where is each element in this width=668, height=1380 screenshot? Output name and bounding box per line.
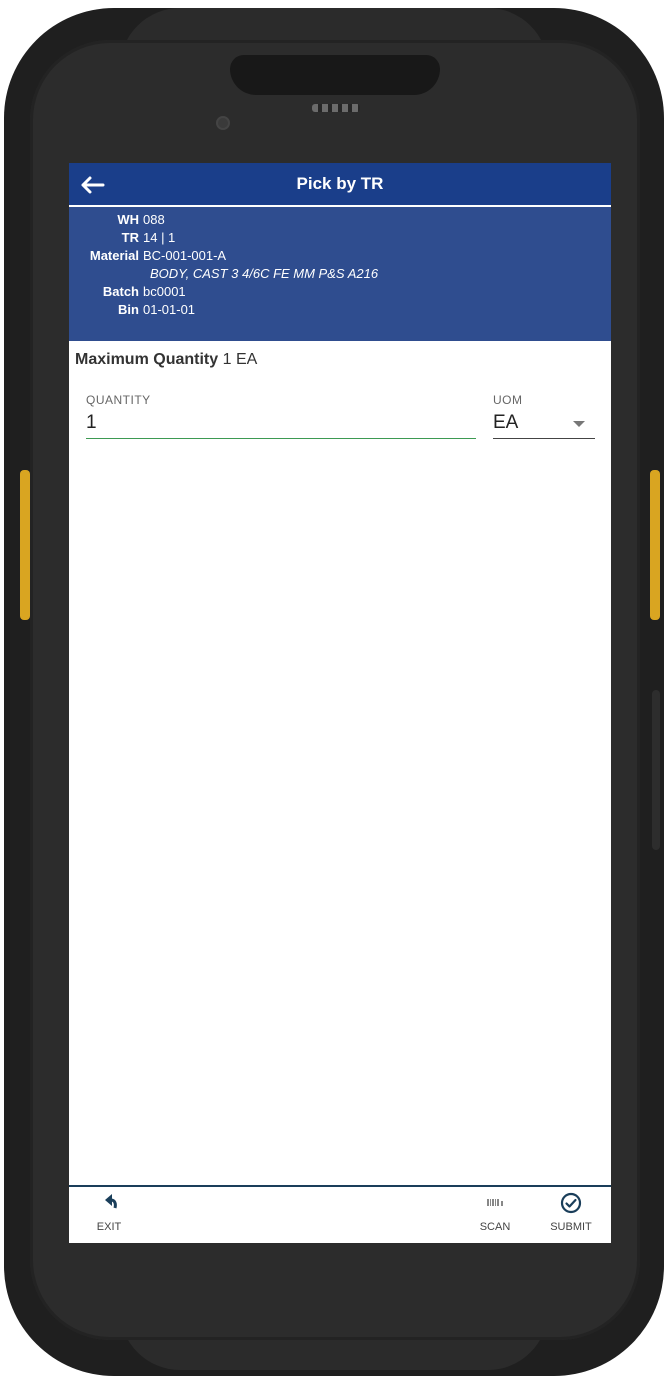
check-circle-icon bbox=[560, 1192, 582, 1214]
app-screen: Pick by TR WH 088 TR 14 | 1 Material BC-… bbox=[69, 163, 611, 1243]
max-quantity-label: Maximum Quantity bbox=[75, 351, 219, 368]
speaker-grille bbox=[312, 104, 360, 112]
volume-button[interactable] bbox=[652, 690, 660, 850]
device-earpiece bbox=[230, 55, 440, 95]
device-frame: Pick by TR WH 088 TR 14 | 1 Material BC-… bbox=[0, 0, 668, 1380]
bin-value: 01-01-01 bbox=[143, 302, 196, 317]
quantity-label: QUANTITY bbox=[86, 393, 151, 407]
uom-field: UOM EA bbox=[493, 393, 595, 439]
undo-arrow-icon bbox=[105, 1194, 117, 1209]
tr-label: TR bbox=[121, 230, 139, 245]
uom-label: UOM bbox=[493, 393, 523, 407]
info-row-tr: TR 14 | 1 bbox=[75, 229, 605, 247]
back-button[interactable] bbox=[77, 170, 107, 200]
max-quantity-value: 1 EA bbox=[222, 351, 258, 368]
page-title: Pick by TR bbox=[296, 174, 384, 193]
material-value: BC-001-001-A bbox=[143, 248, 227, 263]
exit-button[interactable]: EXIT bbox=[83, 1191, 135, 1241]
barcode-icon bbox=[487, 1199, 503, 1206]
exit-label: EXIT bbox=[96, 1221, 122, 1233]
uom-selected-value: EA bbox=[493, 412, 519, 433]
arrow-left-icon bbox=[81, 176, 105, 194]
material-label: Material bbox=[89, 248, 139, 263]
uom-select[interactable]: EA bbox=[493, 407, 595, 439]
scan-button[interactable]: SCAN bbox=[469, 1191, 521, 1241]
submit-label: SUBMIT bbox=[550, 1221, 592, 1233]
batch-label: Batch bbox=[102, 284, 139, 299]
info-row-batch: Batch bc0001 bbox=[75, 283, 605, 301]
right-scan-key[interactable] bbox=[650, 470, 660, 620]
info-row-bin: Bin 01-01-01 bbox=[75, 301, 605, 319]
left-scan-key[interactable] bbox=[20, 470, 30, 620]
bin-label: Bin bbox=[118, 302, 139, 317]
batch-value: bc0001 bbox=[143, 284, 186, 299]
title-bar: Pick by TR bbox=[69, 163, 611, 207]
bottom-toolbar: EXIT SCAN SUBMIT bbox=[69, 1185, 611, 1243]
info-row-material: Material BC-001-001-A bbox=[75, 247, 605, 265]
info-panel: WH 088 TR 14 | 1 Material BC-001-001-A B… bbox=[69, 207, 611, 341]
material-description: BODY, CAST 3 4/6C FE MM P&S A216 bbox=[150, 266, 379, 281]
caret-down-icon bbox=[573, 421, 585, 427]
submit-button[interactable]: SUBMIT bbox=[545, 1191, 597, 1241]
front-camera bbox=[216, 116, 230, 130]
quantity-form: QUANTITY UOM EA bbox=[69, 369, 611, 449]
quantity-input[interactable] bbox=[86, 407, 476, 439]
wh-value: 088 bbox=[143, 212, 165, 227]
quantity-field: QUANTITY bbox=[86, 393, 476, 439]
scan-label: SCAN bbox=[479, 1221, 511, 1233]
wh-label: WH bbox=[117, 212, 139, 227]
maximum-quantity: Maximum Quantity 1 EA bbox=[69, 341, 611, 369]
info-row-wh: WH 088 bbox=[75, 211, 605, 229]
tr-value: 14 | 1 bbox=[143, 230, 176, 245]
